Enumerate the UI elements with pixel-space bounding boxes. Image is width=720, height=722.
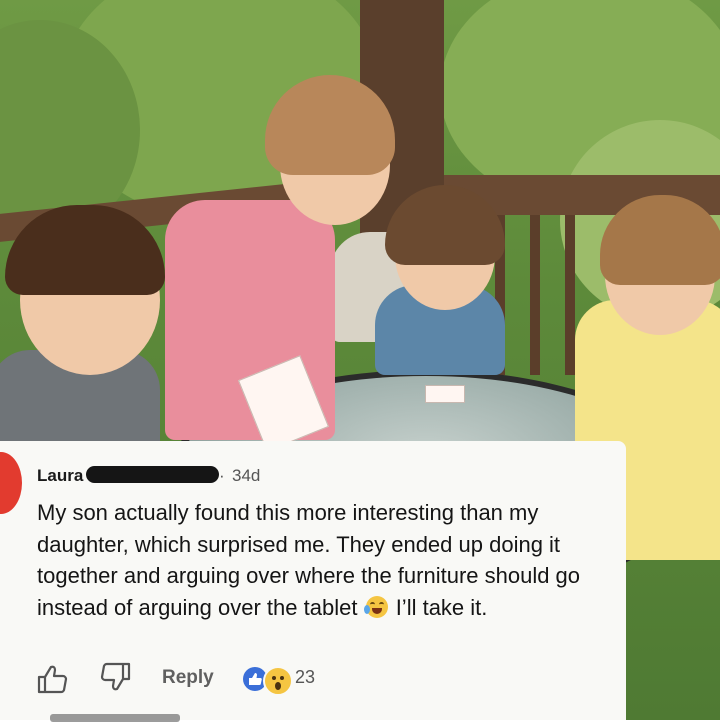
comment-body: My son actually found this more interest… bbox=[37, 497, 622, 623]
thumbs-down-icon[interactable] bbox=[100, 662, 132, 692]
wow-reaction-icon bbox=[263, 666, 293, 696]
reaction-summary[interactable] bbox=[243, 666, 293, 696]
view-replies-link[interactable] bbox=[50, 714, 180, 722]
comment-username[interactable]: Laura bbox=[37, 466, 83, 486]
joy-emoji-icon bbox=[363, 595, 388, 618]
comment-timestamp: 34d bbox=[232, 466, 261, 485]
reply-button[interactable]: Reply bbox=[162, 667, 214, 689]
thumbs-up-icon[interactable] bbox=[36, 664, 68, 694]
reaction-count: 23 bbox=[295, 667, 316, 687]
baluster bbox=[530, 215, 540, 375]
baluster bbox=[565, 215, 575, 375]
comment-text-tail: I’ll take it. bbox=[389, 594, 488, 620]
separator-dot: · bbox=[219, 466, 225, 485]
redacted-surname bbox=[86, 466, 219, 483]
comment-text: My son actually found this more interest… bbox=[37, 500, 581, 620]
activity-card bbox=[425, 385, 465, 403]
